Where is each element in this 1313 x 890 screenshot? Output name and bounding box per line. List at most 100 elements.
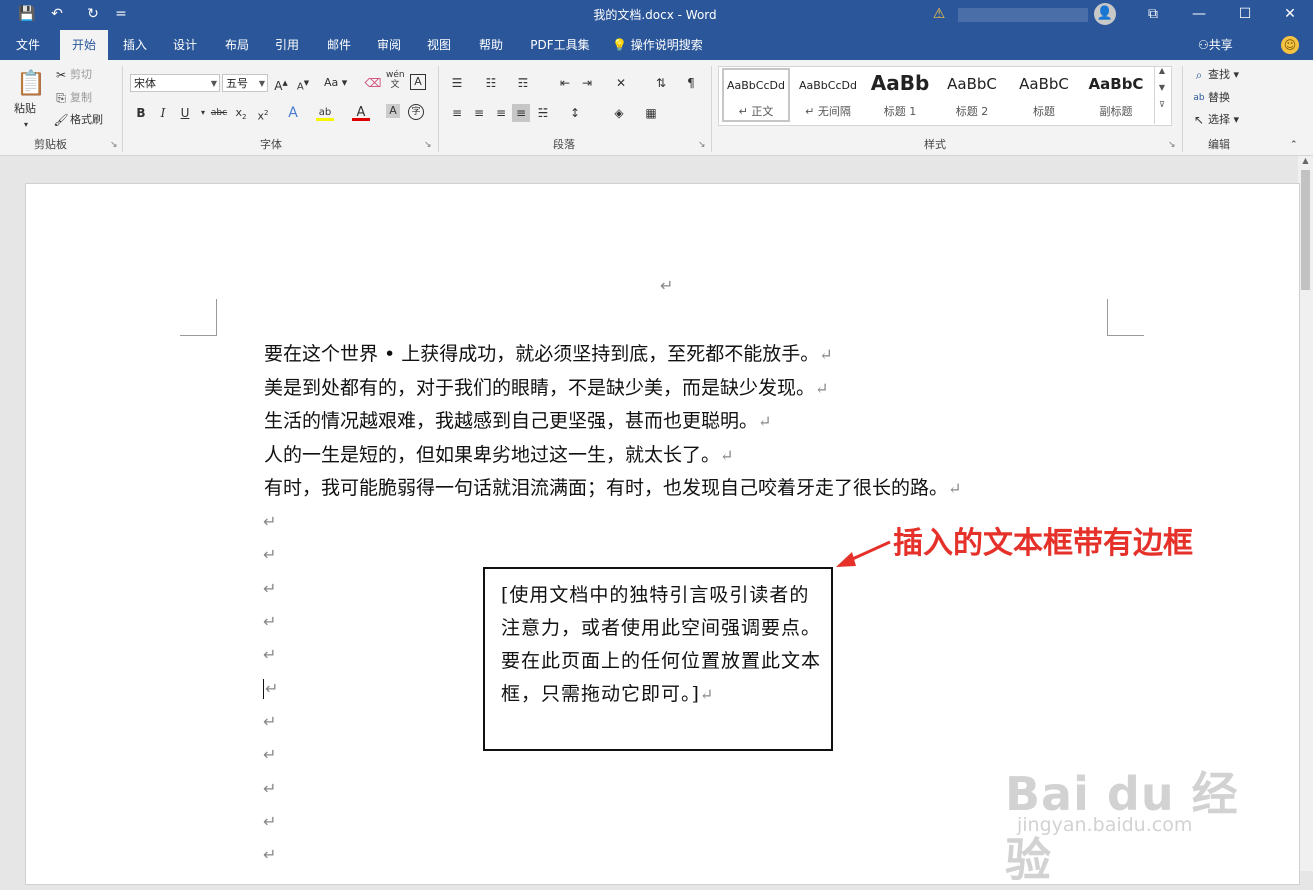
phonetic-guide-icon[interactable]: wén 文 bbox=[386, 70, 405, 90]
numbering-icon[interactable]: ☷ bbox=[482, 74, 500, 92]
tab-help[interactable]: 帮助 bbox=[470, 30, 512, 60]
close-button[interactable]: ✕ bbox=[1267, 0, 1313, 30]
subscript-icon[interactable]: x2 bbox=[232, 104, 250, 126]
multilevel-list-icon[interactable]: ☶ bbox=[514, 74, 532, 92]
cursor-arrow-icon[interactable]: ↖ bbox=[1190, 111, 1208, 129]
ribbon-display-options-icon[interactable]: ⧉ bbox=[1130, 0, 1176, 30]
font-size-select[interactable]: 五号 ▼ bbox=[222, 74, 268, 92]
sort-icon[interactable]: ⇅ bbox=[652, 74, 670, 92]
empty-paragraph-mark[interactable]: ↵ bbox=[263, 645, 276, 665]
style-title[interactable]: AaBbC 标题 bbox=[1009, 67, 1079, 123]
grow-font-icon[interactable]: A▲ bbox=[272, 74, 290, 95]
maximize-button[interactable]: ☐ bbox=[1222, 0, 1268, 30]
more-styles-icon[interactable]: ⊽ bbox=[1155, 100, 1169, 109]
empty-paragraph-mark[interactable]: ↵ bbox=[263, 579, 276, 599]
paragraph-launcher-icon[interactable]: ↘ bbox=[698, 140, 706, 150]
avatar[interactable]: 👤 bbox=[1094, 3, 1116, 25]
empty-paragraph-mark[interactable]: ↵ bbox=[263, 612, 276, 632]
style-subtitle[interactable]: AaBbC 副标题 bbox=[1081, 67, 1151, 123]
character-border-icon[interactable]: A bbox=[410, 74, 426, 90]
text-box[interactable]: [使用文档中的独特引言吸引读者的注意力，或者使用此空间强调要点。要在此页面上的任… bbox=[483, 567, 833, 751]
tab-insert[interactable]: 插入 bbox=[114, 30, 156, 60]
paste-dropdown-icon[interactable]: ▾ bbox=[24, 116, 28, 134]
enclose-characters-icon[interactable]: 字 bbox=[408, 104, 424, 120]
format-painter-icon[interactable]: 🖌 bbox=[52, 111, 70, 129]
italic-icon[interactable]: I bbox=[154, 104, 172, 122]
text-effects-icon[interactable]: A bbox=[284, 104, 302, 122]
empty-paragraph-mark[interactable]: ↵ bbox=[263, 745, 276, 765]
empty-paragraph-mark[interactable]: ↵ bbox=[263, 512, 276, 532]
copy-button[interactable]: 复制 bbox=[70, 89, 92, 107]
underline-icon[interactable]: U bbox=[176, 104, 194, 122]
undo-icon[interactable]: ↶ bbox=[46, 4, 68, 24]
tab-references[interactable]: 引用 bbox=[266, 30, 308, 60]
find-button[interactable]: 查找 ▾ bbox=[1208, 66, 1239, 84]
redo-icon[interactable]: ↻ bbox=[82, 4, 104, 24]
strikethrough-icon[interactable]: abc bbox=[208, 104, 230, 122]
asian-layout-icon[interactable]: ✕ bbox=[612, 74, 630, 92]
tab-mailings[interactable]: 邮件 bbox=[318, 30, 360, 60]
feedback-smile-icon[interactable]: ☺ bbox=[1281, 36, 1299, 54]
empty-paragraph-mark[interactable]: ↵ bbox=[263, 712, 276, 732]
align-right-icon[interactable]: ≡ bbox=[492, 104, 510, 122]
tab-review[interactable]: 审阅 bbox=[368, 30, 410, 60]
paste-icon[interactable]: 📋 bbox=[16, 68, 46, 98]
style-heading-1[interactable]: AaBb 标题 1 bbox=[865, 67, 935, 123]
highlight-color-icon[interactable]: ab bbox=[316, 104, 334, 121]
paragraph[interactable]: 生活的情况越艰难，我越感到自己更坚强，甚而也更聪明。↵ bbox=[264, 409, 771, 434]
styles-gallery-scroll[interactable]: ▲ ▼ ⊽ bbox=[1154, 66, 1169, 124]
borders-icon[interactable]: ▦ bbox=[642, 104, 660, 122]
align-left-icon[interactable]: ≡ bbox=[448, 104, 466, 122]
paragraph[interactable]: 人的一生是短的，但如果卑劣地过这一生，就太长了。↵ bbox=[264, 443, 733, 468]
font-color-icon[interactable]: A bbox=[352, 104, 370, 121]
styles-launcher-icon[interactable]: ↘ bbox=[1168, 140, 1176, 150]
minimize-button[interactable]: — bbox=[1176, 0, 1222, 30]
paragraph[interactable]: 有时，我可能脆弱得一句话就泪流满面；有时，也发现自己咬着牙走了很长的路。↵ bbox=[264, 476, 961, 501]
style-no-spacing[interactable]: AaBbCcDd ↵ 无间隔 bbox=[793, 67, 863, 123]
tab-layout[interactable]: 布局 bbox=[216, 30, 258, 60]
share-button[interactable]: ⚇共享 bbox=[1198, 30, 1233, 60]
justify-icon[interactable]: ≡ bbox=[512, 104, 530, 122]
bold-icon[interactable]: B bbox=[132, 104, 150, 122]
distributed-icon[interactable]: ☵ bbox=[534, 104, 552, 122]
scissors-icon[interactable]: ✂ bbox=[52, 66, 70, 84]
tab-view[interactable]: 视图 bbox=[418, 30, 460, 60]
replace-icon[interactable]: ab bbox=[1190, 89, 1208, 107]
paragraph[interactable]: 要在这个世界 • 上获得成功，就必须坚持到底，至死都不能放手。↵ bbox=[264, 342, 833, 367]
customize-quick-access-icon[interactable]: = bbox=[110, 4, 132, 24]
format-painter-button[interactable]: 格式刷 bbox=[70, 111, 103, 129]
tab-home[interactable]: 开始 bbox=[60, 30, 108, 60]
shading-icon[interactable]: ◈ bbox=[610, 104, 628, 122]
empty-paragraph-mark[interactable]: ↵ bbox=[263, 845, 276, 865]
scrollbar-thumb[interactable] bbox=[1301, 170, 1310, 290]
tab-design[interactable]: 设计 bbox=[164, 30, 206, 60]
chevron-up-icon[interactable]: ▲ bbox=[1155, 66, 1169, 75]
shrink-font-icon[interactable]: A▼ bbox=[294, 74, 312, 96]
clear-formatting-icon[interactable]: ⌫ bbox=[364, 74, 382, 92]
paragraph[interactable]: 美是到处都有的，对于我们的眼睛，不是缺少美，而是缺少发现。↵ bbox=[264, 376, 828, 401]
tab-pdf-tools[interactable]: PDF工具集 bbox=[524, 30, 596, 60]
style-heading-2[interactable]: AaBbC 标题 2 bbox=[937, 67, 1007, 123]
save-icon[interactable]: 💾 bbox=[16, 4, 38, 24]
show-formatting-marks-icon[interactable]: ¶ bbox=[682, 74, 700, 92]
warning-icon[interactable]: ⚠ bbox=[930, 4, 948, 24]
change-case-button[interactable]: Aa ▾ bbox=[324, 74, 347, 92]
select-button[interactable]: 选择 ▾ bbox=[1208, 111, 1239, 129]
scroll-up-icon[interactable]: ▲ bbox=[1298, 156, 1313, 168]
vertical-scrollbar[interactable]: ▲ bbox=[1298, 156, 1313, 871]
empty-paragraph-mark[interactable]: ↵ bbox=[263, 812, 276, 832]
character-shading-icon[interactable]: A bbox=[386, 104, 400, 118]
line-spacing-icon[interactable]: ↕ bbox=[566, 104, 584, 122]
replace-button[interactable]: 替换 bbox=[1208, 89, 1230, 107]
increase-indent-icon[interactable]: ⇥ bbox=[578, 74, 596, 92]
chevron-down-icon[interactable]: ▼ bbox=[1155, 83, 1169, 92]
decrease-indent-icon[interactable]: ⇤ bbox=[556, 74, 574, 92]
align-center-icon[interactable]: ≡ bbox=[470, 104, 488, 122]
text-box-content[interactable]: [使用文档中的独特引言吸引读者的注意力，或者使用此空间强调要点。要在此页面上的任… bbox=[501, 579, 823, 711]
tab-file[interactable]: 文件 bbox=[6, 30, 50, 60]
tell-me-search[interactable]: 💡 操作说明搜索 bbox=[612, 30, 722, 60]
font-name-select[interactable]: 宋体 ▼ bbox=[130, 74, 220, 92]
cut-button[interactable]: 剪切 bbox=[70, 66, 92, 84]
superscript-icon[interactable]: x2 bbox=[254, 104, 272, 126]
collapse-ribbon-icon[interactable]: ⌃ bbox=[1290, 136, 1298, 154]
